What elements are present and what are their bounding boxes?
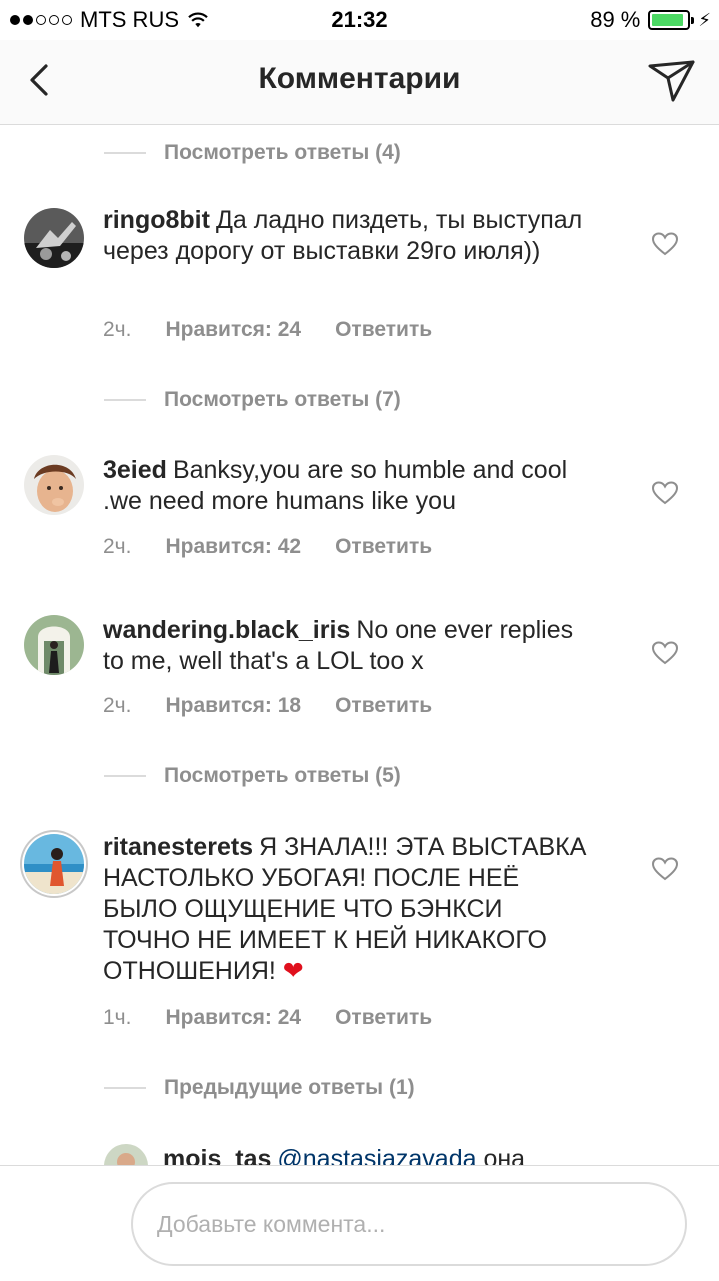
- heart-emoji: ❤: [282, 957, 304, 985]
- comment-likes[interactable]: Нравится: 24: [165, 318, 301, 342]
- comment-composer: [0, 1165, 719, 1281]
- comment-body: Banksy,you are so humble and cool .we ne…: [103, 456, 568, 515]
- battery-percent: 89 %: [590, 7, 641, 32]
- avatar-image: [24, 834, 84, 894]
- view-replies-label: Посмотреть ответы (7): [164, 388, 401, 411]
- view-replies-label: Посмотреть ответы (5): [164, 764, 401, 787]
- comment-time: 2ч.: [103, 318, 132, 341]
- comment-time: 2ч.: [103, 535, 132, 558]
- previous-replies-button[interactable]: Предыдущие ответы (1): [104, 1076, 415, 1100]
- view-replies-button[interactable]: Посмотреть ответы (7): [104, 388, 401, 412]
- comment-input[interactable]: [131, 1182, 687, 1266]
- avatar-image: [24, 615, 84, 675]
- charging-icon: ⚡: [698, 9, 711, 30]
- reply-button[interactable]: Ответить: [335, 535, 432, 559]
- comment-likes[interactable]: Нравится: 24: [165, 1006, 301, 1030]
- page-title: Комментарии: [258, 62, 461, 95]
- like-heart-icon[interactable]: [652, 641, 678, 665]
- comment-text: wandering.black_iris No one ever replies …: [103, 615, 593, 677]
- comment-likes[interactable]: Нравится: 42: [165, 535, 301, 559]
- reply-button[interactable]: Ответить: [335, 318, 432, 342]
- comments-list[interactable]: Посмотреть ответы (4) ringo8bit Да ладно …: [0, 125, 719, 1165]
- avatar[interactable]: [24, 455, 84, 515]
- like-heart-icon[interactable]: [652, 232, 678, 256]
- like-heart-icon[interactable]: [652, 857, 678, 881]
- battery-level: [652, 14, 683, 26]
- comment-text: 3eied Banksy,you are so humble and cool .…: [103, 455, 593, 517]
- comment-username[interactable]: 3eied: [103, 456, 167, 484]
- previous-replies-label: Предыдущие ответы (1): [164, 1076, 415, 1099]
- comment-text: mois_tas @nastasiazavada она: [163, 1144, 613, 1165]
- comment-username[interactable]: ringo8bit: [103, 206, 210, 234]
- comment-username[interactable]: ritanesterets: [103, 833, 253, 861]
- status-right: 89 % ⚡: [590, 7, 711, 33]
- comment-text: ritanesterets Я ЗНАЛА!!! ЭТА ВЫСТАВКА НАС…: [103, 832, 593, 987]
- comment-meta: 2ч. Нравится: 42 Ответить: [103, 535, 432, 559]
- send-icon[interactable]: [647, 56, 697, 104]
- avatar[interactable]: [104, 1144, 148, 1165]
- view-replies-button[interactable]: Посмотреть ответы (4): [104, 141, 401, 165]
- avatar[interactable]: [24, 615, 84, 675]
- avatar-image: [24, 208, 84, 268]
- comment-username[interactable]: wandering.black_iris: [103, 616, 350, 644]
- header: Комментарии: [0, 40, 719, 125]
- mention-link[interactable]: @nastasiazavada: [277, 1145, 476, 1165]
- comment-username[interactable]: mois_tas: [163, 1145, 271, 1165]
- comment-time: 2ч.: [103, 694, 132, 717]
- comment-body: она: [483, 1145, 526, 1165]
- avatar-image: [104, 1144, 148, 1165]
- avatar-image: [24, 455, 84, 515]
- reply-button[interactable]: Ответить: [335, 1006, 432, 1030]
- avatar[interactable]: [24, 834, 84, 894]
- comment-likes[interactable]: Нравится: 18: [165, 694, 301, 718]
- comment-meta: 1ч. Нравится: 24 Ответить: [103, 1006, 432, 1030]
- battery-icon: [648, 10, 695, 30]
- view-replies-label: Посмотреть ответы (4): [164, 141, 401, 164]
- comment-time: 1ч.: [103, 1006, 132, 1029]
- comment-meta: 2ч. Нравится: 24 Ответить: [103, 318, 432, 342]
- view-replies-button[interactable]: Посмотреть ответы (5): [104, 764, 401, 788]
- reply-button[interactable]: Ответить: [335, 694, 432, 718]
- comment-text: ringo8bit Да ладно пиздеть, ты выступал ч…: [103, 205, 593, 267]
- comment-meta: 2ч. Нравится: 18 Ответить: [103, 694, 432, 718]
- status-bar: MTS RUS 21:32 89 % ⚡: [0, 0, 719, 40]
- avatar[interactable]: [24, 208, 84, 268]
- like-heart-icon[interactable]: [652, 481, 678, 505]
